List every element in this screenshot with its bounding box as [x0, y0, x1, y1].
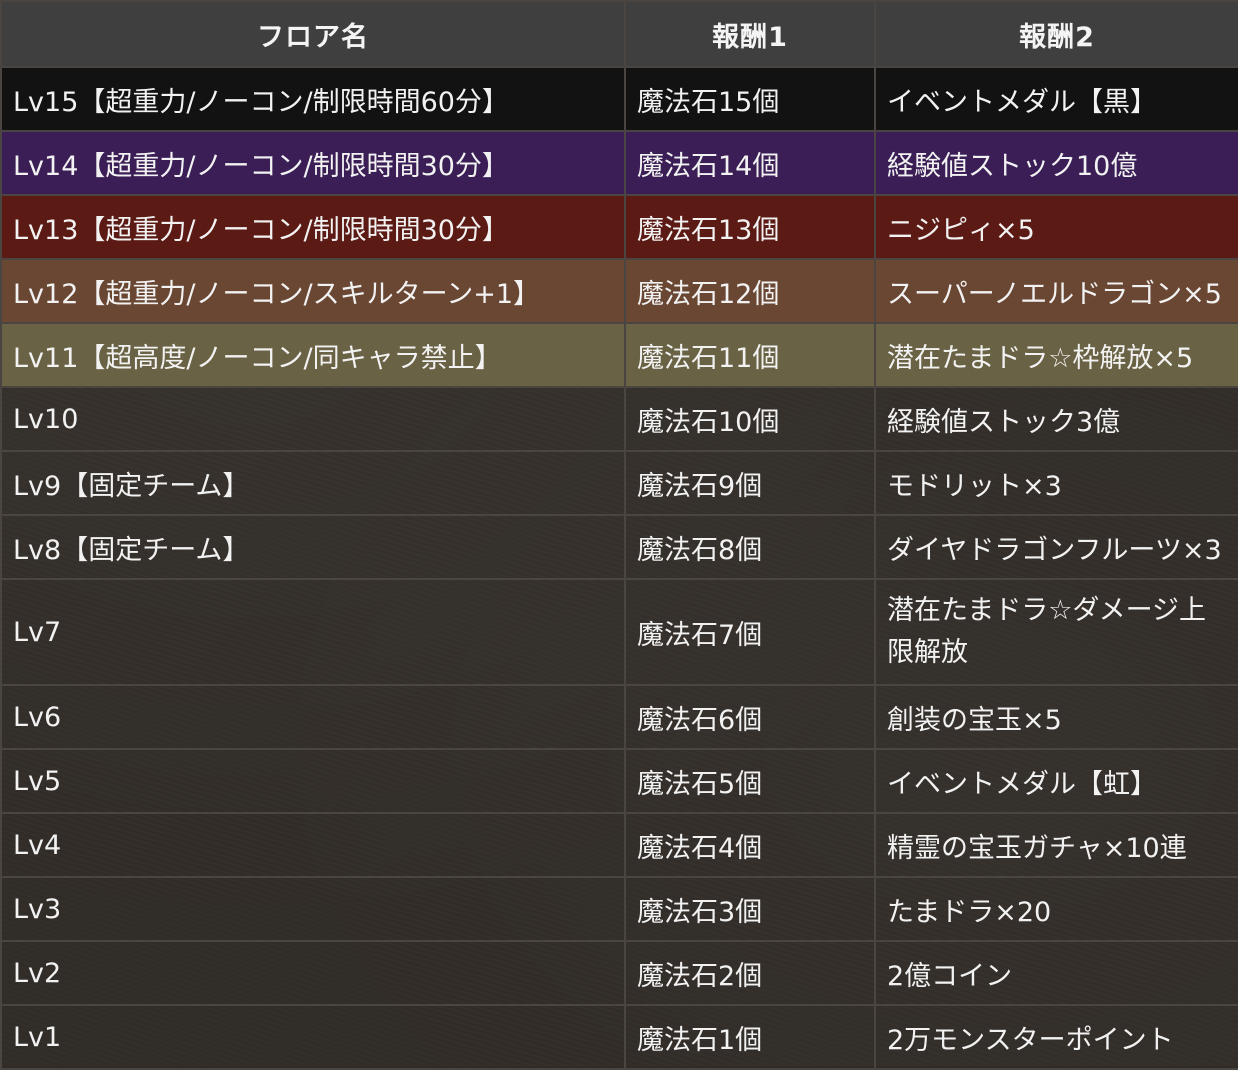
reward-1-cell: 魔法石13個 [624, 194, 876, 260]
floor-name-cell: Lv12【超重力/ノーコン/スキルターン+1】 [0, 258, 626, 324]
floor-name-cell: Lv9【固定チーム】 [0, 450, 626, 516]
reward-2-cell: 創装の宝玉×5 [874, 684, 1238, 750]
header-floor-name: フロア名 [0, 0, 626, 68]
reward-1-cell: 魔法石5個 [624, 748, 876, 814]
table-row: Lv9【固定チーム】 魔法石9個 モドリット×3 [0, 450, 1238, 516]
floor-name-cell: Lv15【超重力/ノーコン/制限時間60分】 [0, 66, 626, 132]
floor-name-cell: Lv13【超重力/ノーコン/制限時間30分】 [0, 194, 626, 260]
reward-1-cell: 魔法石10個 [624, 386, 876, 452]
reward-2-cell: 経験値ストック3億 [874, 386, 1238, 452]
table-row: Lv15【超重力/ノーコン/制限時間60分】 魔法石15個 イベントメダル【黒】 [0, 66, 1238, 132]
reward-1-cell: 魔法石1個 [624, 1004, 876, 1070]
floor-name-cell: Lv2 [0, 940, 626, 1006]
reward-1-cell: 魔法石15個 [624, 66, 876, 132]
table-row: Lv8【固定チーム】 魔法石8個 ダイヤドラゴンフルーツ×3 [0, 514, 1238, 580]
reward-2-cell: イベントメダル【黒】 [874, 66, 1238, 132]
reward-2-cell: 潜在たまドラ☆ダメージ上限解放 [874, 578, 1238, 686]
reward-table-container: フロア名 報酬1 報酬2 Lv15【超重力/ノーコン/制限時間60分】 魔法石15… [0, 0, 1238, 1070]
reward-2-cell: イベントメダル【虹】 [874, 748, 1238, 814]
table-row: Lv5 魔法石5個 イベントメダル【虹】 [0, 748, 1238, 814]
table-row: Lv12【超重力/ノーコン/スキルターン+1】 魔法石12個 スーパーノエルドラゴン… [0, 258, 1238, 324]
reward-2-cell: モドリット×3 [874, 450, 1238, 516]
floor-name-cell: Lv1 [0, 1004, 626, 1070]
table-row: Lv7 魔法石7個 潜在たまドラ☆ダメージ上限解放 [0, 578, 1238, 686]
reward-1-cell: 魔法石11個 [624, 322, 876, 388]
header-reward-2: 報酬2 [874, 0, 1238, 68]
table-row: Lv11【超高度/ノーコン/同キャラ禁止】 魔法石11個 潜在たまドラ☆枠解放×5 [0, 322, 1238, 388]
reward-1-cell: 魔法石3個 [624, 876, 876, 942]
reward-1-cell: 魔法石8個 [624, 514, 876, 580]
floor-name-cell: Lv6 [0, 684, 626, 750]
floor-name-cell: Lv3 [0, 876, 626, 942]
reward-1-cell: 魔法石2個 [624, 940, 876, 1006]
floor-name-cell: Lv5 [0, 748, 626, 814]
reward-2-cell: 2億コイン [874, 940, 1238, 1006]
reward-2-cell: スーパーノエルドラゴン×5 [874, 258, 1238, 324]
table-row: Lv1 魔法石1個 2万モンスターポイント [0, 1004, 1238, 1070]
floor-name-cell: Lv10 [0, 386, 626, 452]
table-row: Lv13【超重力/ノーコン/制限時間30分】 魔法石13個 ニジピィ×5 [0, 194, 1238, 260]
floor-name-cell: Lv7 [0, 578, 626, 686]
reward-2-cell: 潜在たまドラ☆枠解放×5 [874, 322, 1238, 388]
table-header-row: フロア名 報酬1 報酬2 [0, 0, 1238, 68]
table-row: Lv3 魔法石3個 たまドラ×20 [0, 876, 1238, 942]
table-row: Lv6 魔法石6個 創装の宝玉×5 [0, 684, 1238, 750]
reward-2-cell: ニジピィ×5 [874, 194, 1238, 260]
floor-name-cell: Lv11【超高度/ノーコン/同キャラ禁止】 [0, 322, 626, 388]
reward-2-cell: ダイヤドラゴンフルーツ×3 [874, 514, 1238, 580]
reward-1-cell: 魔法石14個 [624, 130, 876, 196]
table-row: Lv2 魔法石2個 2億コイン [0, 940, 1238, 1006]
reward-1-cell: 魔法石9個 [624, 450, 876, 516]
floor-name-cell: Lv8【固定チーム】 [0, 514, 626, 580]
reward-table: フロア名 報酬1 報酬2 Lv15【超重力/ノーコン/制限時間60分】 魔法石15… [0, 0, 1238, 1070]
reward-2-cell: たまドラ×20 [874, 876, 1238, 942]
floor-name-cell: Lv4 [0, 812, 626, 878]
reward-1-cell: 魔法石6個 [624, 684, 876, 750]
table-row: Lv4 魔法石4個 精霊の宝玉ガチャ×10連 [0, 812, 1238, 878]
reward-1-cell: 魔法石4個 [624, 812, 876, 878]
reward-2-cell: 2万モンスターポイント [874, 1004, 1238, 1070]
table-row: Lv10 魔法石10個 経験値ストック3億 [0, 386, 1238, 452]
table-row: Lv14【超重力/ノーコン/制限時間30分】 魔法石14個 経験値ストック10億 [0, 130, 1238, 196]
floor-name-cell: Lv14【超重力/ノーコン/制限時間30分】 [0, 130, 626, 196]
reward-1-cell: 魔法石7個 [624, 578, 876, 686]
reward-2-cell: 精霊の宝玉ガチャ×10連 [874, 812, 1238, 878]
reward-2-cell: 経験値ストック10億 [874, 130, 1238, 196]
header-reward-1: 報酬1 [624, 0, 876, 68]
table-body: Lv15【超重力/ノーコン/制限時間60分】 魔法石15個 イベントメダル【黒】 Lv… [0, 66, 1238, 1070]
reward-1-cell: 魔法石12個 [624, 258, 876, 324]
